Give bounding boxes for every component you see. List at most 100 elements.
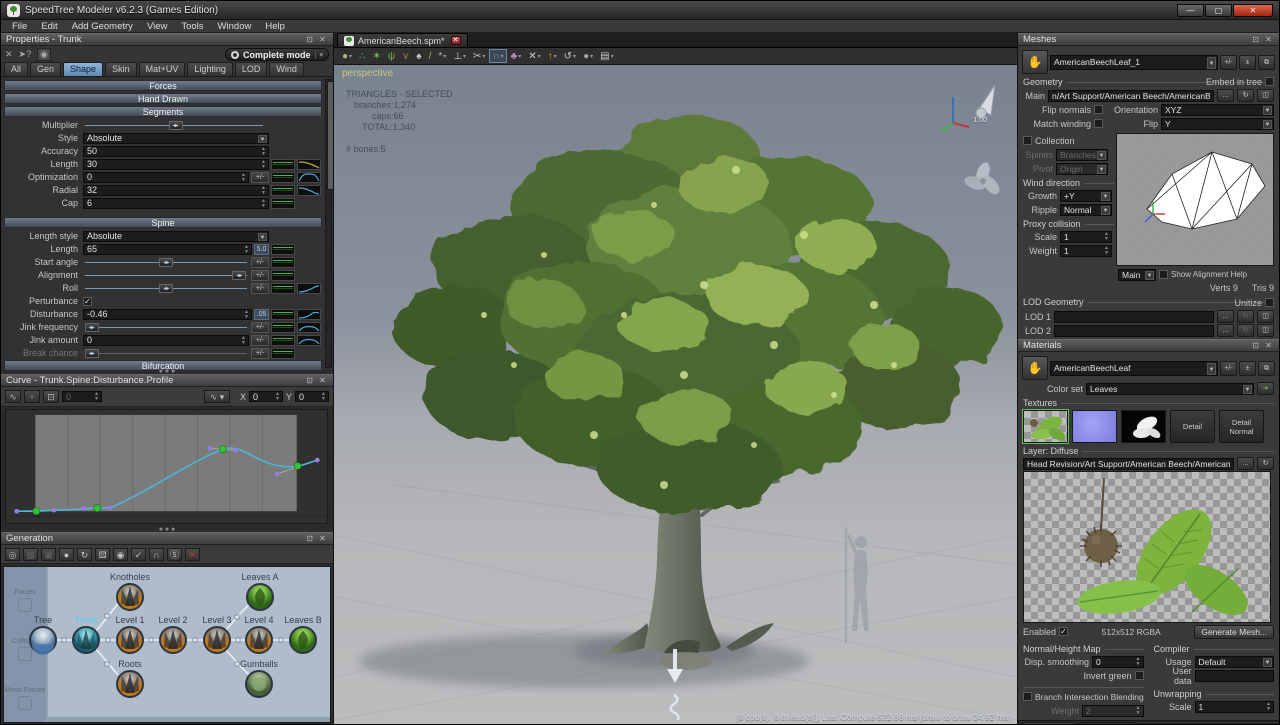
radial-input[interactable]: 32▲▼ bbox=[83, 185, 269, 196]
diffuse-preview[interactable] bbox=[1023, 471, 1271, 623]
style-dropdown[interactable]: Absolute▼ bbox=[83, 133, 269, 144]
browse-button[interactable]: ... bbox=[1217, 89, 1234, 102]
spinner-icon[interactable]: ▲▼ bbox=[260, 186, 267, 196]
cap-input[interactable]: 6▲▼ bbox=[83, 198, 269, 209]
detail-normal-texture-button[interactable]: Detail Normal bbox=[1219, 410, 1264, 443]
mesh-preview[interactable] bbox=[1116, 133, 1274, 266]
node-level-1[interactable] bbox=[117, 627, 143, 653]
pivot-dropdown[interactable]: Origin▼ bbox=[1056, 163, 1108, 175]
unwrap-scale-input[interactable]: 1▲▼ bbox=[1195, 701, 1275, 713]
cut-tool-icon[interactable]: ✕▾ bbox=[525, 49, 543, 63]
copy-material-button[interactable]: ⧉ bbox=[1258, 361, 1275, 376]
grass-tool-icon[interactable]: ψ bbox=[385, 49, 398, 63]
lock-icon[interactable]: ∩ bbox=[149, 548, 164, 561]
lod2-path-field[interactable] bbox=[1054, 325, 1214, 337]
mesh-select-dropdown[interactable]: AmericanBeechLeaf_1▼ bbox=[1050, 55, 1218, 70]
float-panel-icon[interactable]: ⊡ bbox=[1250, 341, 1261, 351]
preview-main-dropdown[interactable]: Main▼ bbox=[1118, 269, 1156, 281]
view-mode-label[interactable]: perspective bbox=[342, 68, 393, 79]
node-trunk[interactable] bbox=[73, 627, 99, 653]
optimization-curve-preview[interactable] bbox=[297, 172, 321, 183]
roll-slider[interactable]: ◂▸ bbox=[83, 283, 249, 294]
delete-icon[interactable]: ✕ bbox=[5, 49, 13, 60]
close-panel-icon[interactable]: ✕ bbox=[317, 35, 328, 45]
menu-file[interactable]: File bbox=[5, 21, 34, 32]
tab-matuv[interactable]: Mat+UV bbox=[139, 62, 186, 76]
menu-view[interactable]: View bbox=[140, 21, 174, 32]
curve-weight-input[interactable]: 0▲▼ bbox=[62, 391, 102, 402]
export-icon[interactable]: ◫ bbox=[1257, 310, 1274, 323]
close-button[interactable]: ✕ bbox=[1233, 4, 1273, 17]
spinner-icon[interactable]: ▲▼ bbox=[320, 392, 327, 402]
jink-frequency-profile-preview[interactable] bbox=[271, 322, 295, 333]
growth-dropdown[interactable]: +Y▼ bbox=[1060, 190, 1112, 202]
node-level-4[interactable] bbox=[246, 627, 272, 653]
plus-minus-button[interactable]: +/- bbox=[251, 322, 269, 333]
add-mesh-button[interactable]: ± bbox=[1239, 55, 1256, 70]
focus-node-icon[interactable]: ◎ bbox=[5, 548, 20, 561]
branch-intersection-checkbox[interactable] bbox=[1023, 692, 1032, 701]
roll-curve-preview[interactable] bbox=[297, 283, 321, 294]
lod1-path-field[interactable] bbox=[1054, 311, 1214, 323]
loop-icon[interactable]: ↻ bbox=[77, 548, 92, 561]
flip-dropdown[interactable]: Y▼ bbox=[1161, 118, 1274, 130]
jink-amount-curve-preview[interactable] bbox=[297, 335, 321, 346]
generate-mesh-button[interactable]: Generate Mesh... bbox=[1194, 625, 1274, 639]
randomize-dice-icon[interactable]: ⚄ bbox=[95, 548, 110, 561]
length-style-dropdown[interactable]: Absolute▼ bbox=[83, 231, 269, 242]
generation-graph[interactable]: Forces Collision Mesh Forces bbox=[3, 566, 331, 723]
menu-help[interactable]: Help bbox=[258, 21, 292, 32]
menu-edit[interactable]: Edit bbox=[34, 21, 64, 32]
frond-tool-icon[interactable]: / bbox=[426, 49, 435, 63]
multiplier-slider[interactable]: ◂▸ bbox=[83, 120, 265, 131]
plus-minus-button[interactable]: +/- bbox=[251, 270, 269, 281]
main-mesh-path-field[interactable]: n/Art Support/American Beech/AmericanBee… bbox=[1048, 90, 1214, 102]
eye-icon[interactable]: ◉ bbox=[37, 48, 51, 61]
maximize-button[interactable]: ▢ bbox=[1205, 4, 1232, 17]
optimization-input[interactable]: 0▲▼ bbox=[83, 172, 249, 183]
add-material-button[interactable]: ± bbox=[1239, 361, 1256, 376]
match-winding-checkbox[interactable] bbox=[1094, 119, 1103, 128]
reload-icon[interactable]: ↻ bbox=[1237, 310, 1254, 323]
sphere-icon[interactable]: ● bbox=[59, 548, 74, 561]
tab-wind[interactable]: Wind bbox=[269, 62, 304, 76]
spine-length-badge[interactable]: 5.0 bbox=[254, 244, 269, 255]
menu-tools[interactable]: Tools bbox=[174, 21, 210, 32]
undo-loop-tool-icon[interactable]: ↺▾ bbox=[561, 49, 579, 63]
spinner-icon[interactable]: ▲▼ bbox=[1103, 232, 1110, 242]
section-hand-drawn[interactable]: Hand Drawn bbox=[4, 93, 322, 104]
spinner-icon[interactable]: ▲▼ bbox=[243, 245, 250, 255]
minimize-button[interactable]: — bbox=[1177, 4, 1204, 17]
tab-lighting[interactable]: Lighting bbox=[187, 62, 233, 76]
length-profile-preview[interactable] bbox=[271, 159, 295, 170]
spinner-icon[interactable]: ▲▼ bbox=[274, 392, 281, 402]
wind-fan-icon[interactable] bbox=[963, 161, 1003, 198]
enabled-checkbox[interactable]: ✓ bbox=[1059, 627, 1068, 636]
user-data-input[interactable] bbox=[1195, 670, 1275, 682]
axis-gizmo-icon[interactable] bbox=[943, 97, 969, 131]
node-knotholes[interactable] bbox=[117, 584, 143, 610]
flip-normals-checkbox[interactable] bbox=[1094, 105, 1103, 114]
plus-minus-button[interactable]: +/- bbox=[251, 172, 269, 183]
browse-button[interactable]: ... bbox=[1217, 324, 1234, 337]
diffuse-texture-thumb[interactable] bbox=[1023, 410, 1068, 443]
light-direction-icon[interactable] bbox=[976, 85, 995, 118]
normal-texture-thumb[interactable] bbox=[1072, 410, 1117, 443]
material-select-dropdown[interactable]: AmericanBeechLeaf▼ bbox=[1050, 361, 1218, 376]
leaf-star-tool-icon[interactable]: ✶ bbox=[369, 49, 383, 63]
grow-tool-icon[interactable]: ↑▾ bbox=[545, 49, 560, 63]
properties-scrollbar[interactable] bbox=[325, 79, 332, 368]
mesh-plus-minus-button[interactable]: +/- bbox=[1220, 55, 1237, 70]
node-leaves-a[interactable] bbox=[247, 584, 273, 610]
scale-input[interactable]: 1▲▼ bbox=[1060, 231, 1112, 243]
tree-ball-tool-icon[interactable]: ●▾ bbox=[339, 49, 355, 63]
prune-tool-icon[interactable]: ✂▾ bbox=[470, 49, 488, 63]
break-chance-slider[interactable]: ◂▸ bbox=[83, 348, 249, 359]
start-angle-profile-preview[interactable] bbox=[271, 257, 295, 268]
disturbance-curve-preview[interactable] bbox=[297, 309, 321, 320]
visibility-eye-icon[interactable]: ◉ bbox=[113, 548, 128, 561]
radial-profile-preview[interactable] bbox=[271, 185, 295, 196]
embed-in-tree-checkbox[interactable] bbox=[1265, 77, 1274, 86]
spinner-icon[interactable]: ▲▼ bbox=[1265, 702, 1272, 712]
invert-green-checkbox[interactable] bbox=[1135, 671, 1144, 680]
